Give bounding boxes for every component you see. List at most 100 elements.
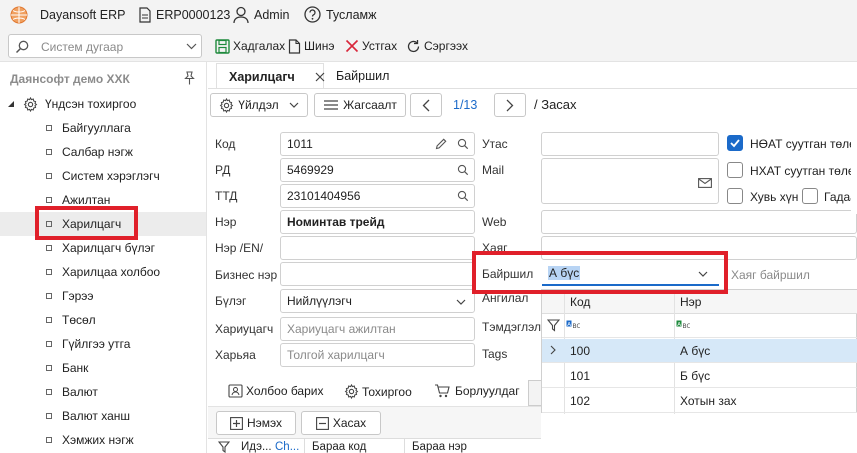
new-label: Шинэ [304,39,335,53]
text-filter-icon[interactable]: A BC [566,320,580,330]
next-button[interactable] [494,93,526,117]
highlight-box [35,206,138,240]
text-filter-icon[interactable]: A BC [676,320,690,330]
bullet-square-icon [46,413,52,419]
tab-location[interactable]: Байршил [336,63,389,89]
owner-field[interactable]: Хариуцагч ажилтан [280,317,475,341]
help-icon [304,6,321,23]
list-button[interactable]: Жагсаалт [314,93,406,117]
sidebar-item[interactable]: Харилцаа холбоо [0,260,206,284]
city-tax-payer-checkbox[interactable] [727,162,743,178]
sidebar-item[interactable]: Хэмжих нэгж [0,428,206,452]
subtab-strip: Холбоо барих Тохиргоо Борлуулдаг [208,378,541,408]
parent-field[interactable]: Толгой харилцагч [280,343,475,367]
refresh-button[interactable]: Сэргээх [403,34,471,58]
envelope-icon[interactable] [698,178,712,188]
tab-divider [208,88,857,89]
name-en-label: Нэр /EN/ [215,241,264,255]
bullet-square-icon [46,125,52,131]
database-name[interactable]: ERP0000123 [156,8,230,22]
sidebar-item[interactable]: Систем хэрэглэгч [0,164,206,188]
subgrid-col-active[interactable]: Идэ... [241,441,272,453]
mail-field[interactable] [541,158,719,204]
previous-button[interactable] [410,93,442,117]
new-button[interactable]: Шинэ [285,34,337,58]
subtab-contacts[interactable]: Холбоо барих [228,384,323,398]
grid-row[interactable]: 101 Б бүс [542,364,857,388]
remove-button[interactable]: Хасах [301,411,381,435]
subtab-settings-label: Тохиргоо [362,384,412,399]
sidebar-item[interactable]: Гэрээ [0,284,206,308]
sidebar-item[interactable]: Валют ханш [0,404,206,428]
name-field[interactable]: Номинтав трейд [280,210,475,234]
phone-field[interactable] [541,132,719,156]
name-en-field[interactable] [280,236,475,260]
sidebar-item[interactable]: Валют [0,380,206,404]
sidebar-item[interactable]: Төсөл [0,308,206,332]
vat-payer-checkbox[interactable] [727,135,743,151]
gear-icon [344,384,359,399]
help-link[interactable]: Тусламж [326,8,377,22]
edit-mode-label: / Засах [534,97,577,112]
business-name-label: Бизнес нэр [215,268,278,282]
ttd-field[interactable]: 23101404956 [280,184,475,208]
gear-icon [23,96,38,112]
code-field[interactable]: 1011 [280,132,475,156]
web-field[interactable] [541,210,857,234]
grid-header-name[interactable]: Нэр [680,295,701,309]
filter-icon[interactable] [218,441,230,453]
group-select[interactable]: Нийлүүлэгч [280,289,475,313]
sidebar-item-label: Банк [62,361,89,375]
subgrid-col-check[interactable]: Ch... [275,441,299,453]
sidebar-item[interactable]: Байгууллага [0,116,206,140]
filter-icon[interactable] [547,319,560,332]
save-button[interactable]: Хадгалах [212,34,288,58]
clip-mask [851,124,857,214]
search-placeholder: Систем дугаар [41,40,124,54]
subtab-settings[interactable]: Тохиргоо [344,384,412,399]
subgrid-col-item-code[interactable]: Бараа код [312,441,366,453]
search-icon[interactable] [457,190,469,202]
refresh-icon [406,39,421,54]
delete-button[interactable]: Устгах [342,34,400,58]
subtab-overflow[interactable] [528,380,541,406]
location-address-placeholder[interactable]: Хаяг байршил [731,268,810,282]
grid-header-code[interactable]: Код [570,295,590,309]
parent-placeholder: Толгой харилцагч [287,348,385,362]
grid-row[interactable]: 100 А бүс [542,339,857,363]
subgrid-col-item-name[interactable]: Бараа нэр [412,441,467,453]
search-icon[interactable] [457,164,469,176]
chevron-down-icon [289,102,299,108]
individual-checkbox[interactable] [727,188,743,204]
sidebar-item[interactable]: Гүйлгээ утга [0,332,206,356]
city-tax-payer-label: НХАТ суутган төлөгч [750,164,857,178]
phone-label: Утас [482,137,508,151]
search-icon[interactable] [457,138,469,150]
operation-dropdown-button[interactable]: Үйлдэл [210,93,308,117]
system-number-search[interactable]: Систем дугаар [8,34,202,58]
sidebar-item[interactable]: Салбар нэгж [0,140,206,164]
sidebar-item[interactable]: Банк [0,356,206,380]
subtab-sold-items[interactable]: Борлуулдаг [434,384,520,398]
page-indicator: 1/13 [453,98,478,112]
grid-cell-code: 101 [570,369,591,383]
grid-row[interactable]: 102 Хотын зах [542,389,857,413]
rd-field[interactable]: 5469929 [280,158,475,182]
close-icon[interactable] [315,72,325,82]
expand-triangle-icon[interactable] [7,100,15,108]
sidebar-item-label: Салбар нэгж [62,145,133,159]
grid-filter-row [542,314,857,338]
tree-root-basic-settings[interactable]: Үндсэн тохиргоо [0,92,206,116]
sidebar-item-label: Систем хэрэглэгч [62,169,160,183]
business-name-field[interactable] [280,262,475,286]
refresh-label: Сэргээх [424,39,468,53]
foreign-checkbox[interactable] [802,188,818,204]
sidebar: Даянсофт демо ХХК Үндсэн тохиргоо Байгуу… [0,62,207,453]
add-button[interactable]: Нэмэх [216,411,296,435]
svg-text:A: A [567,322,571,328]
pin-icon[interactable] [183,71,196,85]
tab-customer[interactable]: Харилцагч [216,63,325,89]
remove-label: Хасах [332,416,367,430]
user-name[interactable]: Admin [254,8,289,22]
pencil-icon[interactable] [435,138,447,150]
